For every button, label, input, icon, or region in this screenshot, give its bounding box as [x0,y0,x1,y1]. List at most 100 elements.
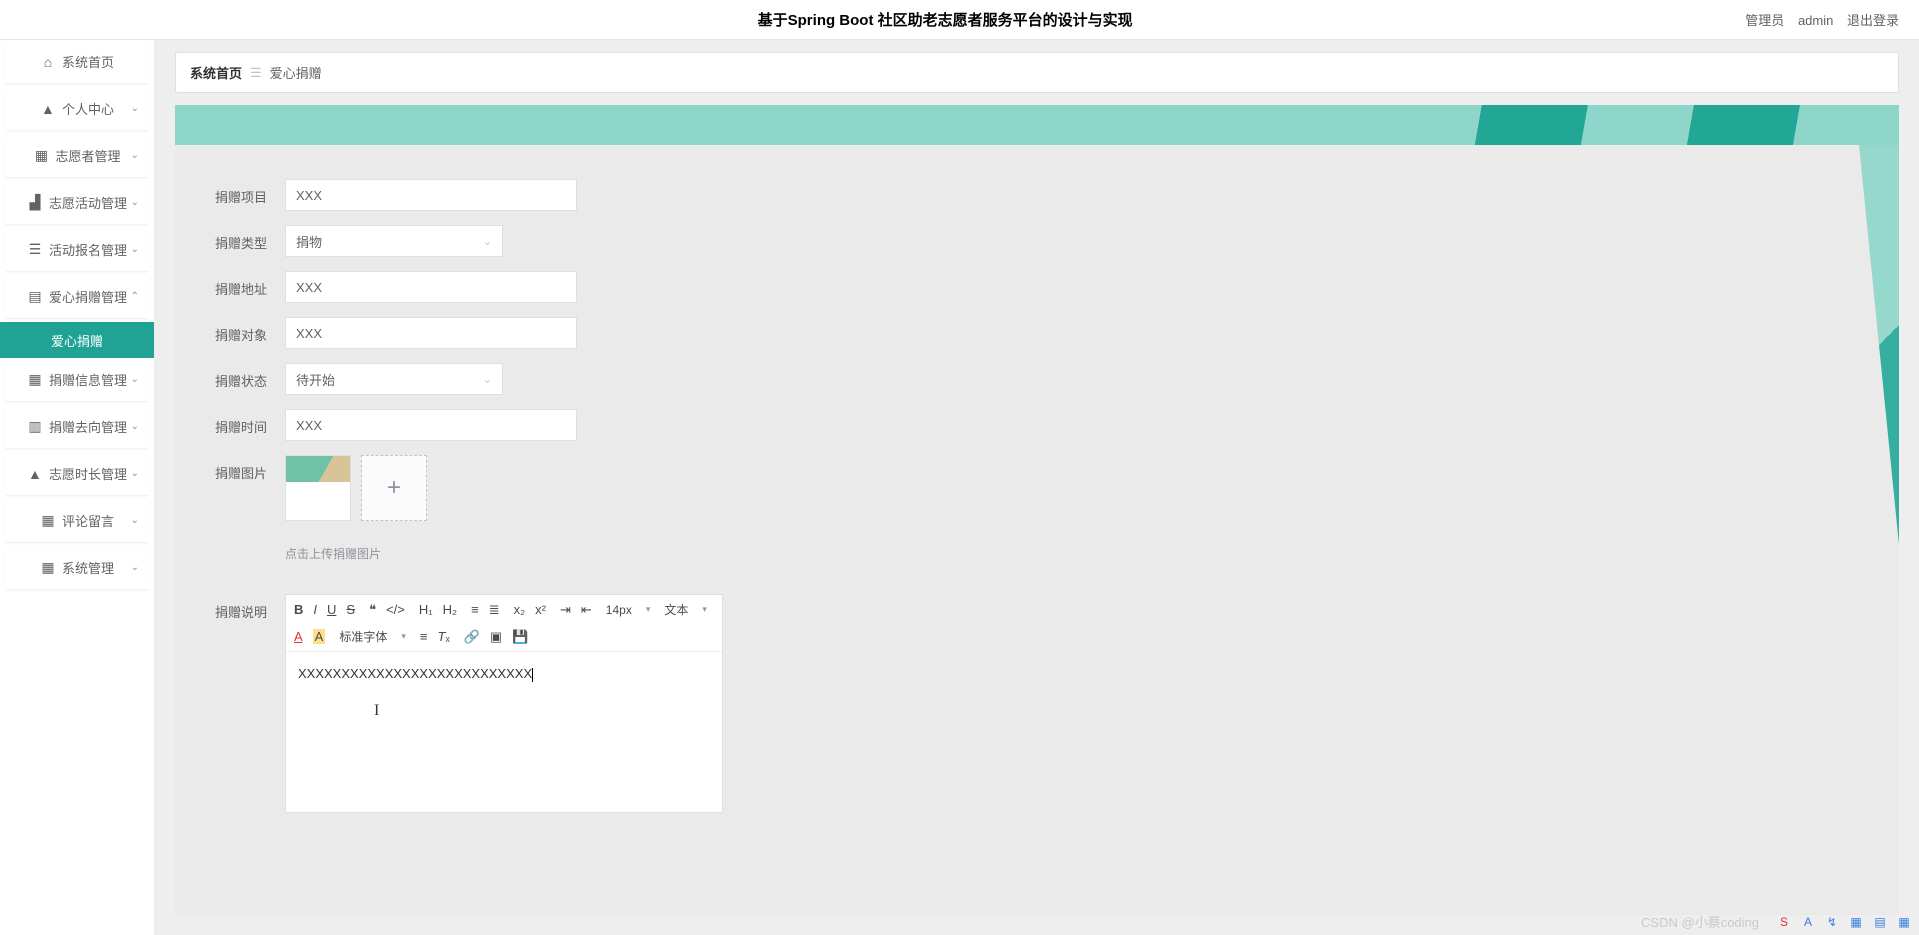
tray-ime-icon[interactable]: S [1775,914,1793,930]
breadcrumb-sep-icon: ☰ [250,65,262,81]
grid-icon: ▦ [27,371,43,388]
sidebar-item-activity[interactable]: ▟ 志愿活动管理 ⌄ [5,181,149,225]
font-color-button[interactable]: A [294,629,303,644]
input-project[interactable] [285,179,577,211]
top-header: 基于Spring Boot 社区助老志愿者服务平台的设计与实现 管理员 admi… [0,0,1919,40]
bg-color-button[interactable]: A [313,629,326,644]
label-project: 捐赠项目 [215,179,285,206]
chevron-down-icon: ⌄ [131,103,139,114]
tray-grid-icon[interactable]: ▤ [1871,914,1889,930]
bold-button[interactable]: B [294,602,303,617]
h1-button[interactable]: H₁ [419,602,433,617]
indent-button[interactable]: ⇥ [560,602,571,618]
italic-button[interactable]: I [313,602,317,617]
chevron-down-icon: ⌄ [483,235,492,248]
sidebar-item-profile[interactable]: ▲ 个人中心 ⌄ [5,87,149,131]
rich-editor: B I U S ❝ </> H₁ H₂ [285,594,723,813]
sidebar-item-donation-info[interactable]: ▦ 捐赠信息管理 ⌄ [5,358,149,402]
sidebar-item-donation[interactable]: ▤ 爱心捐赠管理 ⌃ [5,275,149,319]
label-image: 捐赠图片 [215,455,285,482]
tray-arrow-icon[interactable]: ↯ [1823,914,1841,930]
text-cursor [532,668,533,682]
select-status[interactable]: 待开始 ⌄ [285,363,503,395]
font-size-select[interactable]: 14px [606,603,651,617]
comment-icon: ▦ [40,512,56,529]
os-tray: CSDN @小蔡coding S A ↯ ▦ ▤ ▦ [1641,912,1913,931]
sidebar-item-label: 志愿者管理 [55,146,120,165]
user-icon: ▲ [40,101,56,117]
sub-button[interactable]: x₂ [514,602,526,617]
sidebar-item-label: 爱心捐赠管理 [49,287,127,306]
sidebar-item-system[interactable]: ▦ 系统管理 ⌄ [5,546,149,590]
font-family-select[interactable]: 标准字体 [339,628,406,645]
sidebar-item-label: 系统管理 [62,558,114,577]
quote-button[interactable]: ❝ [369,602,376,618]
plus-icon: + [387,474,401,502]
chevron-down-icon: ⌄ [131,468,139,479]
list-icon: ☰ [27,241,43,258]
user-role-label: 管理员 [1745,13,1784,28]
h2-button[interactable]: H₂ [443,602,457,617]
code-button[interactable]: </> [386,602,405,617]
outdent-button[interactable]: ⇤ [581,602,592,618]
input-target[interactable] [285,317,577,349]
chevron-down-icon: ⌄ [131,562,139,573]
sidebar-item-label: 评论留言 [62,511,114,530]
tray-app-icon[interactable]: ▦ [1847,914,1865,930]
label-type: 捐赠类型 [215,225,285,252]
breadcrumb: 系统首页 ☰ 爱心捐赠 [175,52,1899,93]
clear-format-button[interactable]: Tₓ [437,629,449,644]
text-style-select[interactable]: 文本 [664,601,707,618]
chevron-down-icon: ⌄ [131,421,139,432]
link-button[interactable]: 🔗 [464,629,480,645]
app-title: 基于Spring Boot 社区助老志愿者服务平台的设计与实现 [155,9,1735,30]
chevron-down-icon: ⌄ [131,374,139,385]
tray-lang-icon[interactable]: A [1799,914,1817,930]
sidebar-item-donation-flow[interactable]: ▥ 捐赠去向管理 ⌄ [5,405,149,449]
label-status: 捐赠状态 [215,363,285,390]
sup-button[interactable]: x² [535,602,546,617]
logout-link[interactable]: 退出登录 [1847,13,1899,28]
image-thumbnail[interactable] [285,455,351,521]
underline-button[interactable]: U [327,602,336,617]
sidebar-item-label: 捐赠去向管理 [49,417,127,436]
chevron-up-icon: ⌃ [131,291,139,302]
sidebar-subitem-donation[interactable]: 爱心捐赠 [0,322,154,358]
sidebar-item-volunteer[interactable]: ▦ 志愿者管理 ⌄ [5,134,149,178]
select-status-value: 待开始 [296,370,335,389]
upload-hint: 点击上传捐赠图片 [285,545,427,562]
label-desc: 捐赠说明 [215,594,285,621]
sidebar: ⌂ 系统首页 ▲ 个人中心 ⌄ ▦ 志愿者管理 ⌄ ▟ 志愿活动管理 ⌄ ☰ 活… [0,40,155,935]
select-type[interactable]: 捐物 ⌄ [285,225,503,257]
editor-body[interactable]: XXXXXXXXXXXXXXXXXXXXXXXXXXX I [286,652,722,812]
sidebar-item-signup[interactable]: ☰ 活动报名管理 ⌄ [5,228,149,272]
chevron-down-icon: ⌄ [483,373,492,386]
sidebar-item-label: 个人中心 [62,99,114,118]
sidebar-item-home[interactable]: ⌂ 系统首页 [5,40,149,84]
strike-button[interactable]: S [346,602,355,617]
input-time[interactable] [285,409,577,441]
ul-button[interactable]: ≣ [489,602,500,618]
sidebar-item-comments[interactable]: ▦ 评论留言 ⌄ [5,499,149,543]
editor-toolbar: B I U S ❝ </> H₁ H₂ [286,595,722,652]
save-button[interactable]: 💾 [512,629,528,645]
chevron-down-icon: ⌄ [131,515,139,526]
gear-icon: ▦ [40,559,56,576]
upload-add-button[interactable]: + [361,455,427,521]
decorative-band [155,105,1899,145]
tray-grid2-icon[interactable]: ▦ [1895,914,1913,930]
sidebar-item-hours[interactable]: ▲ 志愿时长管理 ⌄ [5,452,149,496]
grid-icon: ▦ [33,147,49,164]
align-button[interactable]: ≡ [420,629,428,644]
content-panel: 捐赠项目 捐赠类型 捐物 ⌄ 捐赠地址 [175,145,1899,915]
ibeam-cursor-icon: I [374,702,379,720]
ol-button[interactable]: ≡ [471,602,479,617]
sidebar-item-label: 系统首页 [62,52,114,71]
select-type-value: 捐物 [296,232,322,251]
breadcrumb-current: 爱心捐赠 [270,63,322,82]
breadcrumb-home[interactable]: 系统首页 [190,63,242,82]
editor-content: XXXXXXXXXXXXXXXXXXXXXXXXXXX [298,666,532,681]
input-address[interactable] [285,271,577,303]
clock-icon: ▲ [27,466,43,482]
image-button[interactable]: ▣ [490,629,502,645]
